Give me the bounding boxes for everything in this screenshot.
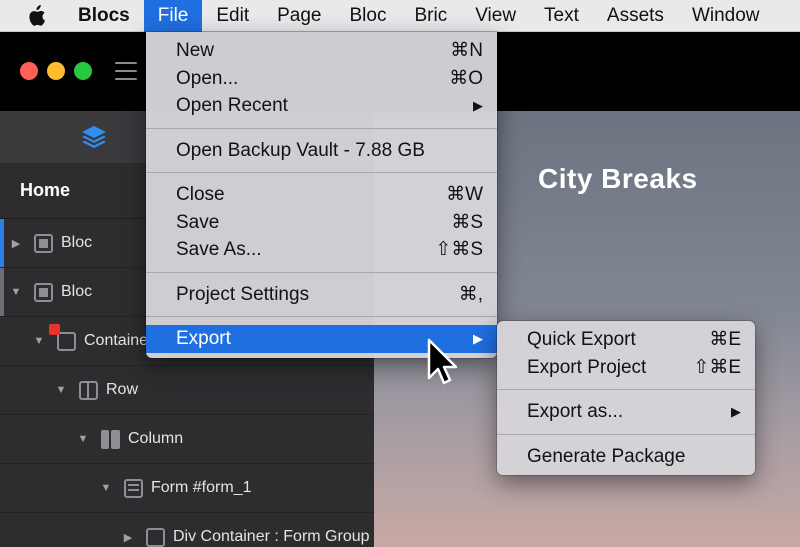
menu-page[interactable]: Page [263,0,335,32]
mouse-pointer-icon [426,338,460,391]
menu-item-export-project[interactable]: Export Project ⇧⌘E [497,354,755,382]
submenu-arrow-icon: ▶ [473,98,483,113]
tree-row-div-container[interactable]: ▶ Div Container : Form Group [0,513,374,547]
menu-separator [497,389,755,390]
tree-label: Div Container : Form Group [173,528,370,545]
menu-separator [146,316,497,317]
menu-item-label: New [176,40,215,61]
menu-item-label: Close [176,184,225,205]
menu-text[interactable]: Text [530,0,593,32]
menu-app-blocs[interactable]: Blocs [60,0,144,32]
shortcut-label: ⌘W [446,184,483,205]
lock-icon [49,323,60,335]
menu-item-label: Generate Package [527,445,686,467]
menu-separator [146,271,497,273]
shortcut-label: ⌘N [450,40,483,61]
menu-item-close[interactable]: Close ⌘W [146,181,497,209]
menu-item-label: Project Settings [176,283,310,305]
layers-icon[interactable] [80,123,108,156]
shortcut-label: ⌘E [709,329,741,350]
menu-separator [146,172,497,173]
menu-bar: Blocs File Edit Page Bloc Bric View Text… [0,0,800,32]
export-submenu: Quick Export ⌘E Export Project ⇧⌘E Export … [497,321,755,475]
tree-label: Form #form_1 [151,479,252,496]
menu-item-quick-export[interactable]: Quick Export ⌘E [497,326,755,354]
menu-bloc[interactable]: Bloc [336,0,401,32]
menu-view[interactable]: View [461,0,530,32]
collapse-arrow-icon[interactable]: ▼ [33,335,45,347]
menu-item-open-recent[interactable]: Open Recent ▶ [146,92,497,120]
menu-separator [146,127,497,129]
tree-label: Column [128,430,184,447]
apple-menu-icon[interactable] [26,4,60,27]
menu-item-generate-package[interactable]: Generate Package [497,443,755,471]
menu-bric[interactable]: Bric [400,0,461,32]
row-accent-bar [0,219,4,267]
column-icon [101,429,120,449]
collapse-arrow-icon[interactable]: ▼ [10,286,22,298]
menu-item-project-settings[interactable]: Project Settings ⌘, [146,281,497,309]
collapse-arrow-icon[interactable]: ▼ [55,384,67,396]
menu-item-label: Save [176,211,220,233]
menu-item-open[interactable]: Open... ⌘O [146,65,497,93]
tree-row-column[interactable]: ▼ Column [0,415,374,464]
submenu-arrow-icon: ▶ [731,404,741,419]
tree-row-form[interactable]: ▼ Form #form_1 [0,464,374,513]
menu-item-label: Open Backup Vault - 7.88 GB [176,139,425,161]
collapse-arrow-icon[interactable]: ▼ [100,482,112,494]
menu-edit[interactable]: Edit [202,0,263,32]
div-container-icon [146,527,165,547]
menu-item-save-as[interactable]: Save As... ⇧⌘S [146,236,497,264]
shortcut-label: ⌘O [449,67,483,89]
zoom-window-button[interactable] [74,62,92,80]
row-accent-bar [0,268,4,316]
menu-item-export-as[interactable]: Export as... ▶ [497,398,755,426]
menu-item-open-backup-vault[interactable]: Open Backup Vault - 7.88 GB [146,137,497,165]
form-icon [124,478,143,498]
menu-item-label: Export Project [527,356,647,378]
menu-item-label: Open... [176,67,239,89]
expand-arrow-icon[interactable]: ▶ [10,237,22,250]
shortcut-label: ⌘S [451,211,483,233]
menu-item-label: Export as... [527,401,624,422]
page-home-label: Home [20,180,71,200]
menu-assets[interactable]: Assets [593,0,678,32]
collapse-arrow-icon[interactable]: ▼ [77,433,89,445]
menu-item-label: Quick Export [527,329,636,350]
canvas-heading[interactable]: City Breaks [538,163,698,195]
menu-item-save[interactable]: Save ⌘S [146,209,497,237]
tree-label: Bloc [61,283,93,300]
container-icon [49,323,76,351]
menu-item-new[interactable]: New ⌘N [146,37,497,65]
menu-separator [497,433,755,435]
shortcut-label: ⇧⌘E [693,356,741,378]
close-window-button[interactable] [20,62,38,80]
menu-file[interactable]: File [143,0,203,32]
menu-item-label: Save As... [176,239,262,260]
file-menu-dropdown: New ⌘N Open... ⌘O Open Recent ▶ Open Backup… [146,32,497,358]
tree-label: Row [106,381,139,398]
bloc-icon [34,282,53,302]
hamburger-menu-icon[interactable] [115,62,137,80]
tree-row-row[interactable]: ▼ Row [0,366,374,415]
tree-label: Container [84,332,154,349]
row-icon [79,380,98,400]
submenu-arrow-icon: ▶ [473,331,483,346]
tree-label: Bloc [61,234,93,251]
shortcut-label: ⇧⌘S [435,239,483,260]
menu-window[interactable]: Window [678,0,774,32]
menu-item-label: Open Recent [176,95,288,116]
shortcut-label: ⌘, [458,283,483,305]
bloc-icon [34,233,53,253]
minimize-window-button[interactable] [47,62,65,80]
expand-arrow-icon[interactable]: ▶ [122,531,134,544]
menu-item-label: Export [176,328,231,349]
